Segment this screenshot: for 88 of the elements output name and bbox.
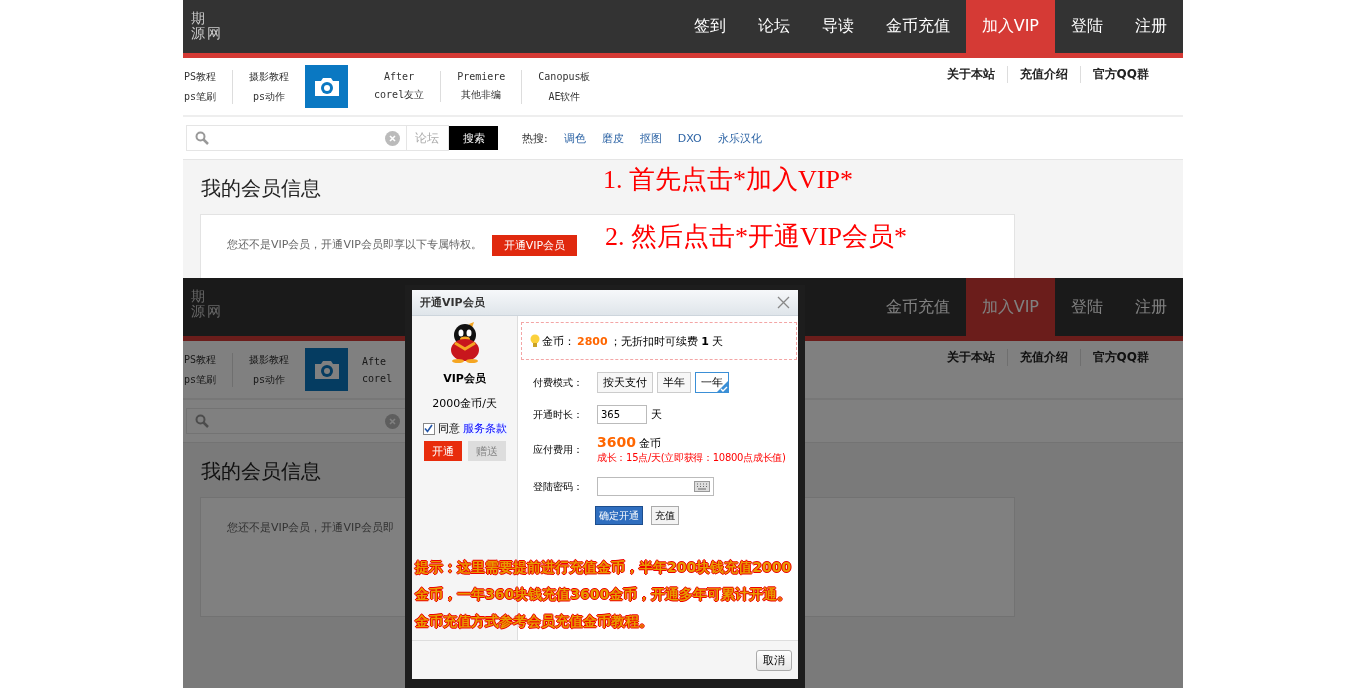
camera-tile[interactable] xyxy=(305,65,349,108)
password-field[interactable] xyxy=(597,477,714,496)
category-link[interactable]: 摄影教程 xyxy=(249,352,290,367)
clear-icon[interactable] xyxy=(385,130,400,146)
balance-label: 金币： xyxy=(542,333,575,349)
notice-text: 您还不是VIP会员，开通VIP会员即享以下专属特权。 xyxy=(227,237,482,253)
open-vip-button[interactable]: 开通VIP会员 xyxy=(491,235,578,256)
search-button[interactable]: 搜索 xyxy=(449,126,498,150)
camera-icon xyxy=(312,75,341,98)
nav-tab[interactable]: 注册 xyxy=(1119,0,1183,53)
hot-search-link[interactable]: 永乐汉化 xyxy=(717,130,762,146)
pay-mode-option[interactable]: 一年 xyxy=(695,372,729,393)
product-name: VIP会员 xyxy=(443,371,486,386)
search-field[interactable] xyxy=(186,408,407,434)
hot-search-link[interactable]: 磨皮 xyxy=(601,130,624,146)
nav-tab[interactable]: 加入VIP xyxy=(965,0,1055,53)
recharge-button[interactable]: 充值 xyxy=(651,506,679,525)
category-link[interactable]: AE软件 xyxy=(548,89,581,104)
category-link[interactable]: corel xyxy=(362,372,393,384)
fee-unit: 金币 xyxy=(639,437,662,450)
header-link[interactable]: 官方QQ群 xyxy=(1079,66,1161,83)
category-link[interactable]: Premiere xyxy=(457,71,506,82)
pay-mode-option[interactable]: 半年 xyxy=(657,372,691,393)
site-logo: 期 源网 xyxy=(190,9,223,43)
hot-search-link[interactable]: DXO xyxy=(677,131,702,145)
header-link[interactable]: 关于本站 xyxy=(934,66,1007,83)
product-price: 2000金币/天 xyxy=(432,396,497,411)
category-link[interactable]: 摄影教程 xyxy=(249,69,290,84)
clear-icon[interactable] xyxy=(385,413,400,429)
nav-tab[interactable]: 登陆 xyxy=(1055,0,1119,53)
category-link[interactable]: ps动作 xyxy=(253,372,286,387)
nav-tab[interactable]: 签到 xyxy=(677,0,742,53)
category-link[interactable]: PS教程 xyxy=(184,69,217,84)
cancel-button[interactable]: 取消 xyxy=(756,649,792,671)
category-link[interactable]: ps动作 xyxy=(253,89,286,104)
field-label: 应付费用： xyxy=(533,442,584,457)
category-link[interactable]: ps笔刷 xyxy=(184,89,217,104)
open-button[interactable]: 开通 xyxy=(423,441,462,461)
duration-unit: 天 xyxy=(651,407,662,422)
hint-text: 提示：这里需要提前进行充值金币，半年200块钱充值2000金币，一年360块钱充值3600金币，开通多年可累计开通。金币充值方式参考会员充值金币教程。 xyxy=(415,558,793,631)
page-title: 我的会员信息 xyxy=(201,175,321,202)
camera-tile[interactable] xyxy=(305,348,349,391)
hot-search-link[interactable]: 调色 xyxy=(563,130,586,146)
header-link[interactable]: 关于本站 xyxy=(934,349,1007,366)
category-link[interactable]: corel友立 xyxy=(374,88,425,102)
site-logo: 期 源网 xyxy=(190,287,223,321)
field-label: 登陆密码： xyxy=(533,479,584,494)
page-title: 我的会员信息 xyxy=(201,458,321,485)
duration-field[interactable]: 365 xyxy=(597,405,647,424)
close-icon[interactable] xyxy=(777,296,790,309)
category-link[interactable]: ps笔刷 xyxy=(184,372,217,387)
search-icon xyxy=(195,131,209,145)
hot-search-label: 热搜: xyxy=(522,130,548,146)
header-link[interactable]: 官方QQ群 xyxy=(1079,349,1161,366)
notice-text: 您还不是VIP会员，开通VIP会员即 xyxy=(227,520,394,536)
nav-tab[interactable]: 注册 xyxy=(1119,278,1183,336)
header-link[interactable]: 充值介绍 xyxy=(1006,349,1080,366)
nav-tab[interactable]: 登陆 xyxy=(1055,278,1119,336)
annotation-text: 1. 首先点击*加入VIP* xyxy=(603,164,853,196)
terms-link[interactable]: 服务条款 xyxy=(462,421,507,436)
category-link[interactable]: PS教程 xyxy=(184,352,217,367)
nav-tab[interactable]: 论坛 xyxy=(741,0,806,53)
lightbulb-icon xyxy=(530,334,540,348)
annotation-text: 2. 然后点击*开通VIP会员* xyxy=(605,221,907,253)
camera-icon xyxy=(312,358,341,381)
hot-search-link[interactable]: 抠图 xyxy=(639,130,662,146)
agree-label: 同意 xyxy=(437,421,460,436)
balance-text: ；无折扣时可续费 1 天 xyxy=(609,333,724,349)
category-link[interactable]: Canopus板 xyxy=(538,69,591,84)
search-icon xyxy=(195,414,209,428)
field-label: 付费模式： xyxy=(533,375,584,390)
agree-checkbox[interactable] xyxy=(422,422,435,435)
growth-text: 成长：15点/天(立即获得：10800点成长值) xyxy=(597,451,786,465)
category-link[interactable]: Afte xyxy=(362,355,387,367)
field-label: 开通时长： xyxy=(533,407,584,422)
pay-mode-option[interactable]: 按天支付 xyxy=(597,372,653,393)
nav-tab[interactable]: 导读 xyxy=(805,0,870,53)
dialog-title: 开通VIP会员 xyxy=(420,295,485,310)
category-link[interactable]: After xyxy=(384,71,415,82)
balance-amount: 2800 xyxy=(577,334,608,348)
keyboard-icon[interactable] xyxy=(694,481,710,492)
nav-tab[interactable]: 金币充值 xyxy=(869,0,966,53)
nav-tab[interactable]: 金币充值 xyxy=(869,278,966,336)
confirm-button[interactable]: 确定开通 xyxy=(595,506,643,525)
header-link[interactable]: 充值介绍 xyxy=(1006,66,1080,83)
fee-amount: 3600 xyxy=(597,434,636,450)
search-field[interactable] xyxy=(186,125,407,151)
category-link[interactable]: 其他非编 xyxy=(461,88,502,102)
